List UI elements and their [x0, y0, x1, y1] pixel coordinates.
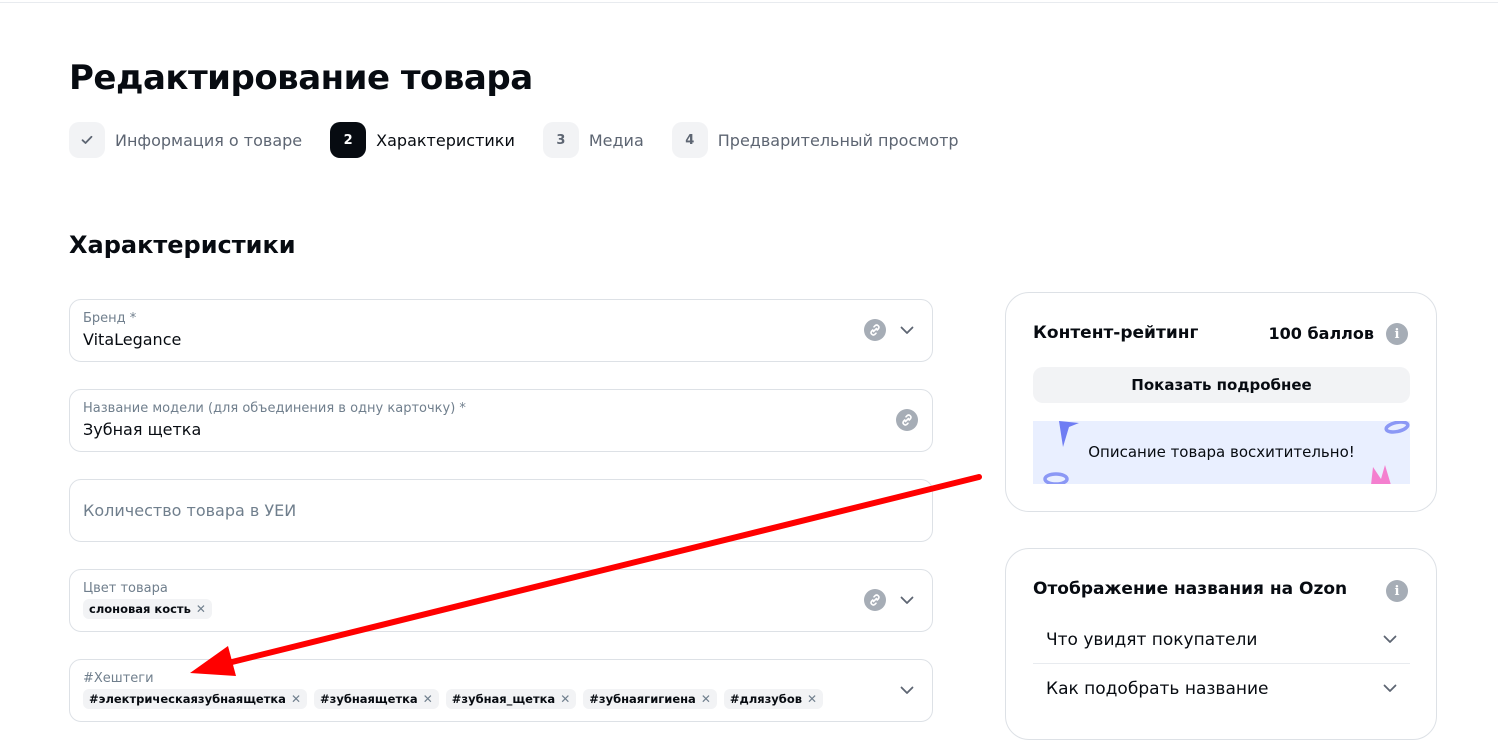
remove-icon[interactable]: ✕: [701, 692, 711, 706]
step-number: 3: [542, 122, 579, 158]
hashtag-chips: #электрическаязубнаящетка ✕ #зубнаящетка ✕…: [83, 689, 830, 709]
field-actions: [864, 589, 918, 611]
brand-field[interactable]: Бренд * VitaLegance: [69, 299, 933, 362]
model-name-value: Зубная щетка: [83, 420, 202, 439]
chevron-down-icon[interactable]: [896, 679, 918, 701]
chevron-down-icon: [1383, 635, 1397, 643]
show-details-button[interactable]: Показать подробнее: [1033, 367, 1410, 403]
brand-value: VitaLegance: [83, 330, 182, 349]
chip: #зубнаягигиена ✕: [583, 689, 717, 709]
step-number: 2: [330, 122, 367, 158]
chip: #зубнаящетка ✕: [314, 689, 439, 709]
step-label: Предварительный просмотр: [717, 130, 959, 150]
top-divider: [0, 0, 1498, 3]
accordion-label: Как подобрать название: [1046, 678, 1269, 699]
chip: #длязубов ✕: [723, 689, 824, 709]
step-preview[interactable]: 4 Предварительный просмотр: [671, 122, 959, 158]
color-chips: слоновая кость ✕: [83, 599, 219, 619]
accordion-how-to-choose-name[interactable]: Как подобрать название: [1033, 664, 1410, 713]
check-icon: [69, 122, 105, 158]
step-label: Медиа: [588, 130, 644, 150]
rating-score: 100 баллов: [1268, 324, 1375, 343]
chip: #электрическаязубнаящетка ✕: [83, 689, 307, 709]
display-card-title: Отображение названия на Ozon: [1033, 579, 1348, 599]
step-number: 4: [671, 122, 708, 158]
content-rating-title: Контент-рейтинг: [1033, 323, 1199, 343]
remove-icon[interactable]: ✕: [196, 602, 206, 616]
chip: #зубная_щетка ✕: [445, 689, 577, 709]
link-icon[interactable]: [864, 319, 886, 341]
step-label: Характеристики: [376, 130, 515, 150]
chip-text: #зубная_щетка: [451, 692, 556, 706]
rating-banner: Описание товара восхитительно!: [1033, 421, 1410, 484]
decor-ring: [1384, 421, 1410, 434]
ozon-name-display-card: Отображение названия на Ozon i Что увидя…: [1005, 548, 1437, 740]
step-product-info[interactable]: Информация о товаре: [69, 122, 302, 158]
field-actions: [896, 679, 918, 701]
chip-text: слоновая кость: [89, 602, 191, 616]
step-label: Информация о товаре: [115, 130, 303, 150]
section-title: Характеристики: [69, 231, 296, 259]
link-icon[interactable]: [864, 589, 886, 611]
brand-label: Бренд *: [83, 311, 137, 326]
chip-text: #электрическаязубнаящетка: [89, 692, 286, 706]
chip: слоновая кость ✕: [83, 599, 212, 619]
stepper: Информация о товаре 2 Характеристики 3 М…: [69, 122, 987, 158]
color-field[interactable]: Цвет товара слоновая кость ✕: [69, 569, 933, 632]
field-actions: [896, 409, 918, 431]
quantity-field[interactable]: Количество товара в УЕИ: [69, 479, 933, 542]
accordion-what-buyers-see[interactable]: Что увидят покупатели: [1033, 615, 1410, 664]
step-media[interactable]: 3 Медиа: [542, 122, 644, 158]
chevron-down-icon: [1383, 684, 1397, 692]
accordion-label: Что увидят покупатели: [1046, 629, 1258, 650]
chip-text: #длязубов: [729, 692, 803, 706]
chevron-down-icon[interactable]: [896, 319, 918, 341]
field-actions: [864, 319, 918, 341]
model-name-label: Название модели (для объединения в одну …: [83, 401, 466, 416]
decor-ring: [1043, 472, 1069, 484]
remove-icon[interactable]: ✕: [423, 692, 433, 706]
color-label: Цвет товара: [83, 581, 168, 596]
content-rating-card: Контент-рейтинг 100 баллов i Показать по…: [1005, 292, 1437, 512]
step-characteristics[interactable]: 2 Характеристики: [330, 122, 515, 158]
decor-shape: [1371, 465, 1391, 484]
model-name-field[interactable]: Название модели (для объединения в одну …: [69, 389, 933, 452]
link-icon[interactable]: [896, 409, 918, 431]
chip-text: #зубнаящетка: [320, 692, 418, 706]
chevron-down-icon[interactable]: [896, 589, 918, 611]
info-icon[interactable]: i: [1386, 580, 1408, 602]
remove-icon[interactable]: ✕: [807, 692, 817, 706]
hashtags-field[interactable]: #Хештеги #электрическаязубнаящетка ✕ #зуб…: [69, 659, 933, 722]
quantity-placeholder: Количество товара в УЕИ: [83, 501, 297, 520]
banner-text: Описание товара восхитительно!: [1088, 443, 1355, 461]
hashtags-label: #Хештеги: [83, 671, 154, 686]
info-icon[interactable]: i: [1386, 323, 1408, 345]
chip-text: #зубнаягигиена: [589, 692, 696, 706]
page-title: Редактирование товара: [69, 58, 533, 98]
remove-icon[interactable]: ✕: [560, 692, 570, 706]
remove-icon[interactable]: ✕: [291, 692, 301, 706]
